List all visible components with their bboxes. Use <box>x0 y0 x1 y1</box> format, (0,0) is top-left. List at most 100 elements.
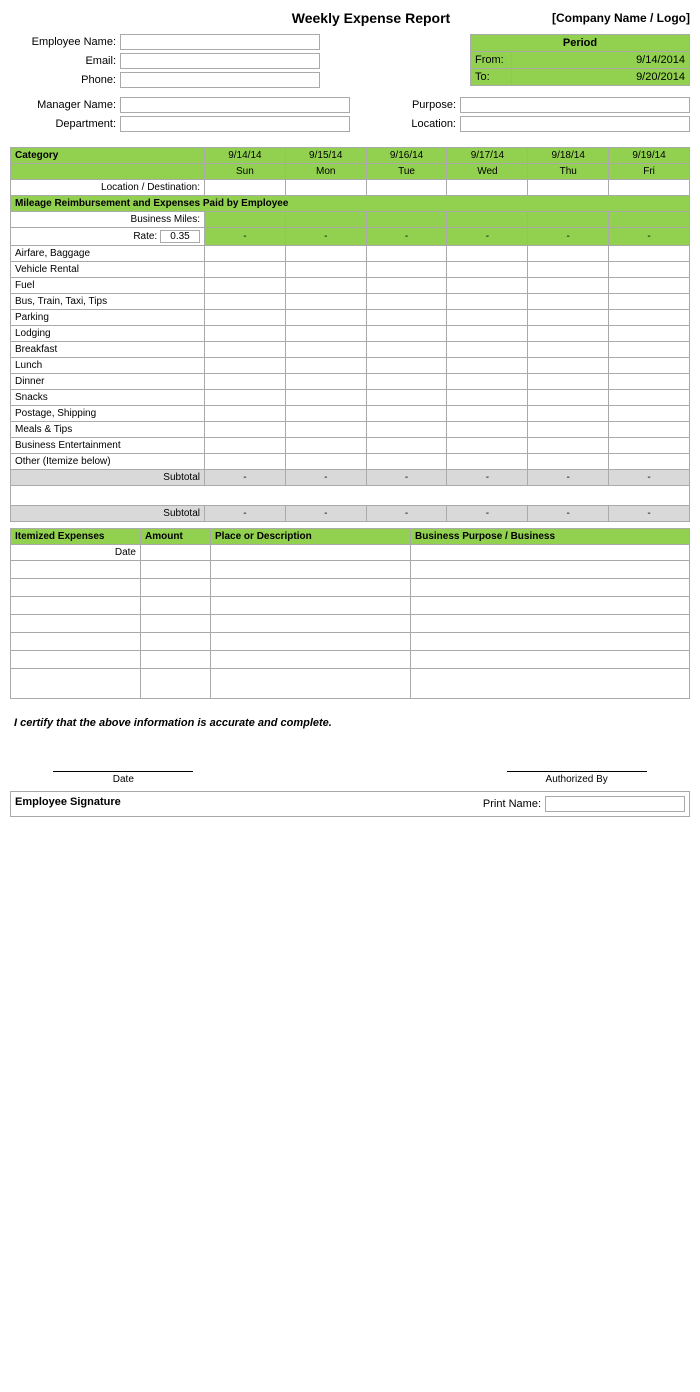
date-col-header: Date <box>11 545 141 561</box>
employee-sig-label: Employee Signature <box>11 792 479 816</box>
employee-name-label: Employee Name: <box>10 36 120 48</box>
rate-dash-1: - <box>205 228 286 246</box>
subtotal-row-2: Subtotal - - - - - - <box>11 506 690 522</box>
subtotal-label-1: Subtotal <box>11 470 205 486</box>
rate-dash-4: - <box>447 228 528 246</box>
day-col-6: Fri <box>609 164 690 180</box>
location-dest-4[interactable] <box>447 180 528 196</box>
itemized-header: Itemized Expenses <box>11 529 141 545</box>
category-airfare: Airfare, Baggage <box>11 246 205 262</box>
category-bus: Bus, Train, Taxi, Tips <box>11 294 205 310</box>
category-other: Other (Itemize below) <box>11 454 205 470</box>
subtotal-row-1: Subtotal - - - - - - <box>11 470 690 486</box>
table-row: Postage, Shipping <box>11 406 690 422</box>
rate-input[interactable] <box>160 230 200 243</box>
dept-label: Department: <box>10 118 120 130</box>
business-miles-label: Business Miles: <box>11 212 205 228</box>
itemized-table: Itemized Expenses Amount Place or Descri… <box>10 528 690 699</box>
day-col-2: Mon <box>285 164 366 180</box>
category-meals: Meals & Tips <box>11 422 205 438</box>
category-snacks: Snacks <box>11 390 205 406</box>
itemized-row <box>11 561 690 579</box>
day-col-1: Sun <box>205 164 286 180</box>
date-col-6: 9/19/14 <box>609 148 690 164</box>
location-dest-1[interactable] <box>205 180 286 196</box>
rate-dash-6: - <box>609 228 690 246</box>
from-label: From: <box>471 52 511 68</box>
category-postage: Postage, Shipping <box>11 406 205 422</box>
to-label: To: <box>471 69 511 85</box>
date-col-3: 9/16/14 <box>366 148 447 164</box>
table-row: Breakfast <box>11 342 690 358</box>
date-col-1: 9/14/14 <box>205 148 286 164</box>
table-row: Dinner <box>11 374 690 390</box>
category-header: Category <box>11 148 205 164</box>
employee-name-input[interactable] <box>120 34 320 50</box>
email-input[interactable] <box>120 53 320 69</box>
purpose-label: Purpose: <box>350 99 460 111</box>
subtotal-label-2: Subtotal <box>11 506 205 522</box>
airfare-1[interactable] <box>205 246 286 262</box>
manager-name-input[interactable] <box>120 97 350 113</box>
date-col-4: 9/17/14 <box>447 148 528 164</box>
day-col-4: Wed <box>447 164 528 180</box>
location-dest-2[interactable] <box>285 180 366 196</box>
day-col-3: Tue <box>366 164 447 180</box>
print-name-input[interactable] <box>545 796 685 812</box>
rate-dash-2: - <box>285 228 366 246</box>
table-row: Lunch <box>11 358 690 374</box>
category-breakfast: Breakfast <box>11 342 205 358</box>
category-entertainment: Business Entertainment <box>11 438 205 454</box>
rate-dash-5: - <box>528 228 609 246</box>
category-fuel: Fuel <box>11 278 205 294</box>
company-name: [Company Name / Logo] <box>552 11 690 25</box>
certify-text: I certify that the above information is … <box>10 709 690 737</box>
itemized-row <box>11 579 690 597</box>
category-parking: Parking <box>11 310 205 326</box>
table-row: Business Entertainment <box>11 438 690 454</box>
rate-label: Rate: <box>11 228 205 246</box>
from-value: 9/14/2014 <box>511 52 689 68</box>
day-col-5: Thu <box>528 164 609 180</box>
location-dest-6[interactable] <box>609 180 690 196</box>
purpose-header: Business Purpose / Business <box>411 529 690 545</box>
itemized-row <box>11 615 690 633</box>
phone-input[interactable] <box>120 72 320 88</box>
table-row: Snacks <box>11 390 690 406</box>
manager-name-label: Manager Name: <box>10 99 120 111</box>
phone-label: Phone: <box>10 74 120 86</box>
mileage-section-header: Mileage Reimbursement and Expenses Paid … <box>11 196 690 212</box>
date-col-2: 9/15/14 <box>285 148 366 164</box>
category-lodging: Lodging <box>11 326 205 342</box>
table-row: Bus, Train, Taxi, Tips <box>11 294 690 310</box>
dept-input[interactable] <box>120 116 350 132</box>
table-row: Other (Itemize below) <box>11 454 690 470</box>
print-name-label: Print Name: <box>483 798 541 810</box>
authorized-by-label: Authorized By <box>463 774 690 785</box>
expense-table: Category 9/14/14 9/15/14 9/16/14 9/17/14… <box>10 147 690 522</box>
email-label: Email: <box>10 55 120 67</box>
table-row: Meals & Tips <box>11 422 690 438</box>
itemized-row-last <box>11 669 690 699</box>
location-input[interactable] <box>460 116 690 132</box>
place-header: Place or Description <box>211 529 411 545</box>
location-dest-label: Location / Destination: <box>11 180 205 196</box>
location-label: Location: <box>350 118 460 130</box>
itemized-row <box>11 633 690 651</box>
date-sig-label: Date <box>10 774 237 785</box>
amount-header: Amount <box>141 529 211 545</box>
category-vehicle: Vehicle Rental <box>11 262 205 278</box>
location-dest-3[interactable] <box>366 180 447 196</box>
itemized-row <box>11 651 690 669</box>
date-col-5: 9/18/14 <box>528 148 609 164</box>
table-row: Airfare, Baggage <box>11 246 690 262</box>
table-row: Lodging <box>11 326 690 342</box>
itemized-row <box>11 597 690 615</box>
period-label: Period <box>471 35 689 51</box>
table-row: Fuel <box>11 278 690 294</box>
table-row: Parking <box>11 310 690 326</box>
to-value: 9/20/2014 <box>511 69 689 85</box>
table-row: Vehicle Rental <box>11 262 690 278</box>
purpose-input[interactable] <box>460 97 690 113</box>
location-dest-5[interactable] <box>528 180 609 196</box>
